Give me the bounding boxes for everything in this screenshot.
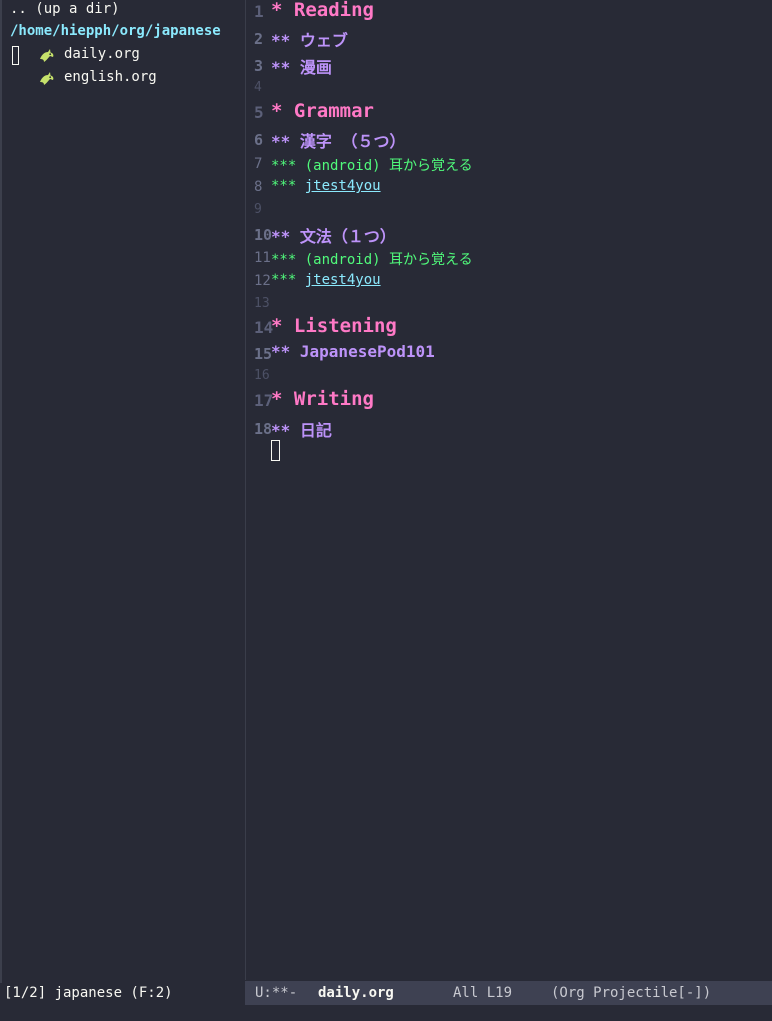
line-number: 14 xyxy=(254,318,274,337)
file-tree-sidebar: .. (up a dir) /home/hiepph/org/japanese … xyxy=(2,0,245,980)
line-number: 12 xyxy=(254,273,271,289)
sidebar-mode-line: [1/2] japanese (F:2) xyxy=(0,983,245,1003)
buffer-state: U:**- xyxy=(255,985,298,1001)
org-heading-1[interactable]: * Reading xyxy=(271,0,374,21)
minibuffer[interactable] xyxy=(0,1005,772,1021)
org-heading-2[interactable]: ** 日記 xyxy=(271,417,332,441)
line-number: 16 xyxy=(254,368,270,383)
file-name-label: english.org xyxy=(64,69,157,85)
emacs-frame: .. (up a dir) /home/hiepph/org/japanese … xyxy=(0,0,772,1021)
heading-stars: *** xyxy=(271,178,305,194)
buffer-name[interactable]: daily.org xyxy=(318,981,394,1005)
org-unicorn-icon xyxy=(40,72,54,85)
line-number: 8 xyxy=(254,179,263,195)
line-number: 15 xyxy=(254,345,273,363)
org-heading-2[interactable]: ** 文法（１つ） xyxy=(271,223,396,247)
org-heading-2[interactable]: ** JapanesePod101 xyxy=(271,342,435,361)
text-cursor xyxy=(271,440,280,461)
org-editor[interactable]: 1 * Reading 2 ** ウェブ 3 ** 漫画 4 5 * Gramm… xyxy=(246,0,772,980)
file-name-label: daily.org xyxy=(64,46,140,62)
major-mode[interactable]: (Org Projectile[-]) xyxy=(551,981,711,1005)
org-heading-3[interactable]: *** (android) 耳から覚える xyxy=(271,249,473,269)
org-heading-2[interactable]: ** 漢字 （５つ） xyxy=(271,128,406,152)
line-number: 9 xyxy=(254,202,262,217)
org-link[interactable]: jtest4you xyxy=(305,272,381,288)
org-heading-3[interactable]: *** (android) 耳から覚える xyxy=(271,155,473,175)
heading-stars: *** xyxy=(271,272,305,288)
org-heading-1[interactable]: * Grammar xyxy=(271,100,374,122)
org-heading-3[interactable]: *** jtest4you xyxy=(271,178,381,194)
line-number: 4 xyxy=(254,80,262,95)
line-number: 7 xyxy=(254,156,263,172)
org-heading-2[interactable]: ** ウェブ xyxy=(271,27,348,51)
line-number: 13 xyxy=(254,296,270,311)
tree-cursor xyxy=(12,46,19,65)
line-number: 11 xyxy=(254,250,271,266)
line-number: 17 xyxy=(254,391,274,410)
sidebar-mode-line-text: [1/2] japanese (F:2) xyxy=(4,985,173,1001)
line-number: 10 xyxy=(254,226,273,244)
tree-root-path[interactable]: /home/hiepph/org/japanese xyxy=(10,21,221,41)
org-heading-1[interactable]: * Writing xyxy=(271,388,374,410)
org-heading-3[interactable]: *** jtest4you xyxy=(271,272,381,288)
line-number: 2 xyxy=(254,30,264,48)
line-number: 5 xyxy=(254,103,264,122)
buffer-position: All L19 xyxy=(453,985,513,1001)
org-heading-2[interactable]: ** 漫画 xyxy=(271,54,332,78)
line-number: 6 xyxy=(254,131,264,149)
org-link[interactable]: jtest4you xyxy=(305,178,381,194)
up-dir-link[interactable]: .. (up a dir) xyxy=(10,0,120,19)
line-number: 18 xyxy=(254,420,273,438)
editor-mode-line: U:**- daily.org All L19 (Org Projectile[… xyxy=(245,981,772,1005)
line-number: 3 xyxy=(254,57,264,75)
line-number: 1 xyxy=(254,2,264,21)
org-heading-1[interactable]: * Listening xyxy=(271,315,397,337)
org-unicorn-icon xyxy=(40,49,54,62)
